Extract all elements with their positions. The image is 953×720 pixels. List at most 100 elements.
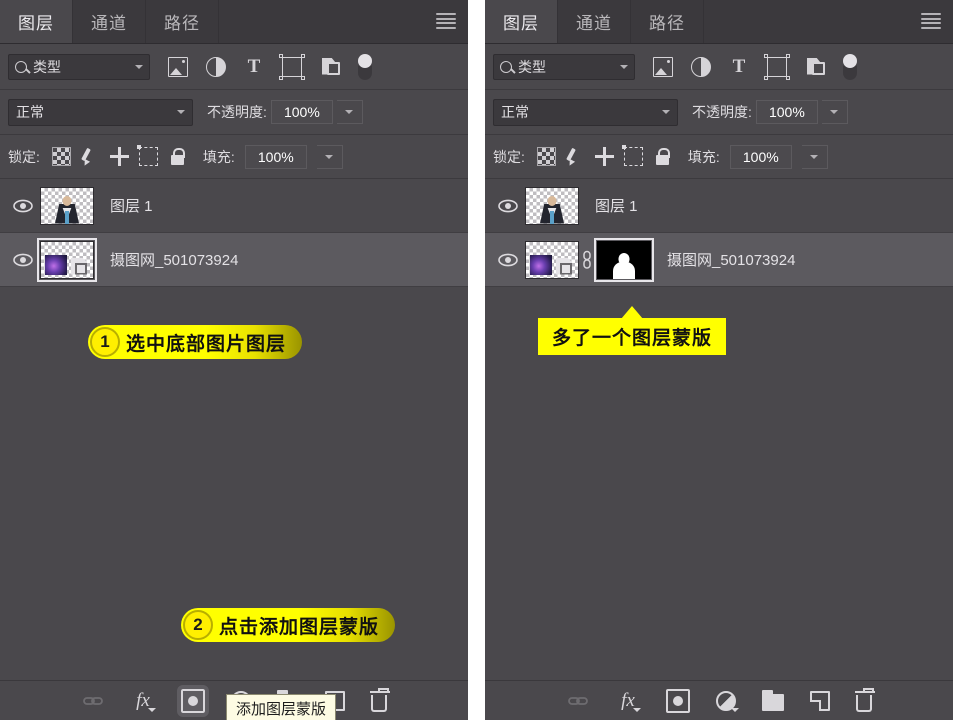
filter-type-select-right[interactable]: 类型 <box>493 53 635 80</box>
opacity-label: 不透明度: <box>692 104 752 120</box>
shape-filter-icon[interactable] <box>764 53 790 80</box>
type-filter-icon[interactable]: T <box>729 56 749 77</box>
image-filter-icon[interactable] <box>653 56 673 77</box>
lock-transparency-icon[interactable] <box>536 147 556 166</box>
tab-channels-left[interactable]: 通道 <box>73 0 146 43</box>
lock-all-icon[interactable] <box>168 147 187 166</box>
layer-visibility-icon[interactable] <box>491 253 525 267</box>
search-icon <box>500 60 512 73</box>
add-layer-mask-icon[interactable] <box>666 688 690 713</box>
add-layer-mask-icon[interactable] <box>177 684 209 717</box>
type-filter-icon[interactable]: T <box>244 56 264 77</box>
fill-stepper-left[interactable] <box>316 144 343 169</box>
blend-mode-select-right[interactable]: 正常 <box>493 98 678 126</box>
new-group-icon[interactable] <box>762 689 784 711</box>
person-thumbnail <box>525 186 579 225</box>
panel-tabbar-left: 图层 通道 路径 <box>0 0 468 44</box>
chevron-down-icon <box>325 154 334 159</box>
tab-paths-right[interactable]: 路径 <box>631 0 704 43</box>
new-layer-icon[interactable] <box>810 690 830 711</box>
lock-artboard-icon[interactable] <box>136 145 158 166</box>
layer-style-fx-icon[interactable]: fx <box>131 689 156 713</box>
table-row[interactable]: 摄图网_501073924 <box>0 233 468 287</box>
tab-layers-right[interactable]: 图层 <box>485 0 558 43</box>
layer-style-fx-icon[interactable]: fx <box>616 689 641 713</box>
fill-input-right[interactable]: 100% <box>729 144 792 169</box>
lock-label: 锁定: <box>8 148 40 165</box>
chevron-down-icon <box>830 110 839 114</box>
layer-name[interactable]: 摄图网_501073924 <box>110 249 238 270</box>
image-filter-icon[interactable] <box>168 56 188 77</box>
adjustment-filter-icon[interactable] <box>691 56 711 77</box>
table-row[interactable]: 图层 1 <box>0 179 468 233</box>
lock-position-icon[interactable] <box>109 147 129 166</box>
tooltip-add-layer-mask: 添加图层蒙版 <box>226 694 337 720</box>
filter-type-select-left[interactable]: 类型 <box>8 53 150 80</box>
layer-visibility-icon[interactable] <box>6 253 40 267</box>
tab-channels-right[interactable]: 通道 <box>558 0 631 43</box>
lock-position-icon[interactable] <box>594 147 614 166</box>
opacity-stepper-right[interactable] <box>821 100 848 124</box>
opacity-input-left[interactable]: 100% <box>270 100 333 124</box>
layer-thumbnail-cell[interactable] <box>37 237 97 282</box>
chevron-down-icon <box>620 64 628 69</box>
fill-label: 填充: <box>202 148 235 165</box>
layer-name[interactable]: 图层 1 <box>595 195 638 216</box>
fill-stepper-right[interactable] <box>801 144 828 169</box>
filter-toggle-switch[interactable] <box>843 53 857 80</box>
delete-layer-icon[interactable] <box>370 687 390 712</box>
lock-transparency-icon[interactable] <box>51 147 71 166</box>
lock-all-icon[interactable] <box>653 147 672 166</box>
opacity-control-left: 不透明度: 100% <box>207 100 363 124</box>
blend-mode-row-left: 正常 不透明度: 100% <box>0 90 468 135</box>
blend-mode-value: 正常 <box>16 104 44 120</box>
callout-text: 点击添加图层蒙版 <box>219 616 380 638</box>
tab-layers-left[interactable]: 图层 <box>0 0 73 43</box>
table-row[interactable]: 摄图网_501073924 <box>485 233 953 287</box>
panel-menu-icon-right[interactable] <box>921 13 941 29</box>
callout-step-1: 1 选中底部图片图层 <box>88 325 303 359</box>
lock-label: 锁定: <box>493 148 525 165</box>
delete-layer-icon[interactable] <box>855 687 875 712</box>
new-adjustment-layer-icon[interactable] <box>716 690 739 712</box>
lock-image-icon[interactable] <box>566 147 585 166</box>
smart-object-filter-icon[interactable] <box>320 57 340 77</box>
layer-mask-thumbnail <box>594 237 654 282</box>
lock-image-icon[interactable] <box>81 147 100 166</box>
layer-name[interactable]: 摄图网_501073924 <box>667 249 795 270</box>
link-layers-icon[interactable] <box>566 689 590 713</box>
link-layers-icon[interactable] <box>81 689 105 713</box>
galaxy-thumbnail <box>525 240 579 279</box>
mask-link-icon[interactable] <box>579 250 595 270</box>
panel-tabbar-right: 图层 通道 路径 <box>485 0 953 44</box>
lock-row-left: 锁定: 填充: 100% <box>0 135 468 179</box>
layer-visibility-icon[interactable] <box>491 199 525 213</box>
opacity-input-right[interactable]: 100% <box>755 100 818 124</box>
layer-visibility-icon[interactable] <box>6 199 40 213</box>
adjustment-filter-icon[interactable] <box>206 56 226 77</box>
lock-artboard-icon[interactable] <box>621 145 643 166</box>
panel-menu-icon-left[interactable] <box>436 13 456 29</box>
layer-thumbnail-cell[interactable] <box>40 186 94 225</box>
layers-panel-after: 图层 通道 路径 类型 T 正常 不透明度: 100% 锁定: 填充: 100%… <box>485 0 953 720</box>
blend-mode-select-left[interactable]: 正常 <box>8 98 193 126</box>
tab-label: 路径 <box>649 13 685 33</box>
step-badge: 1 <box>90 327 120 357</box>
table-row[interactable]: 图层 1 <box>485 179 953 233</box>
opacity-stepper-left[interactable] <box>336 100 363 124</box>
filter-type-label: 类型 <box>518 58 546 75</box>
blend-mode-value: 正常 <box>501 104 529 120</box>
tab-paths-left[interactable]: 路径 <box>146 0 219 43</box>
smart-object-filter-icon[interactable] <box>805 57 825 77</box>
fill-input-left[interactable]: 100% <box>244 144 307 169</box>
galaxy-thumbnail <box>37 237 97 282</box>
layer-name[interactable]: 图层 1 <box>110 195 153 216</box>
opacity-label: 不透明度: <box>207 104 267 120</box>
filter-icons-left: T <box>168 53 372 80</box>
tab-label: 路径 <box>164 13 200 33</box>
filter-toggle-switch[interactable] <box>358 53 372 80</box>
layer-thumbnail-cell[interactable] <box>525 237 654 282</box>
shape-filter-icon[interactable] <box>279 53 305 80</box>
tab-label: 图层 <box>18 13 54 33</box>
layer-thumbnail-cell[interactable] <box>525 186 579 225</box>
